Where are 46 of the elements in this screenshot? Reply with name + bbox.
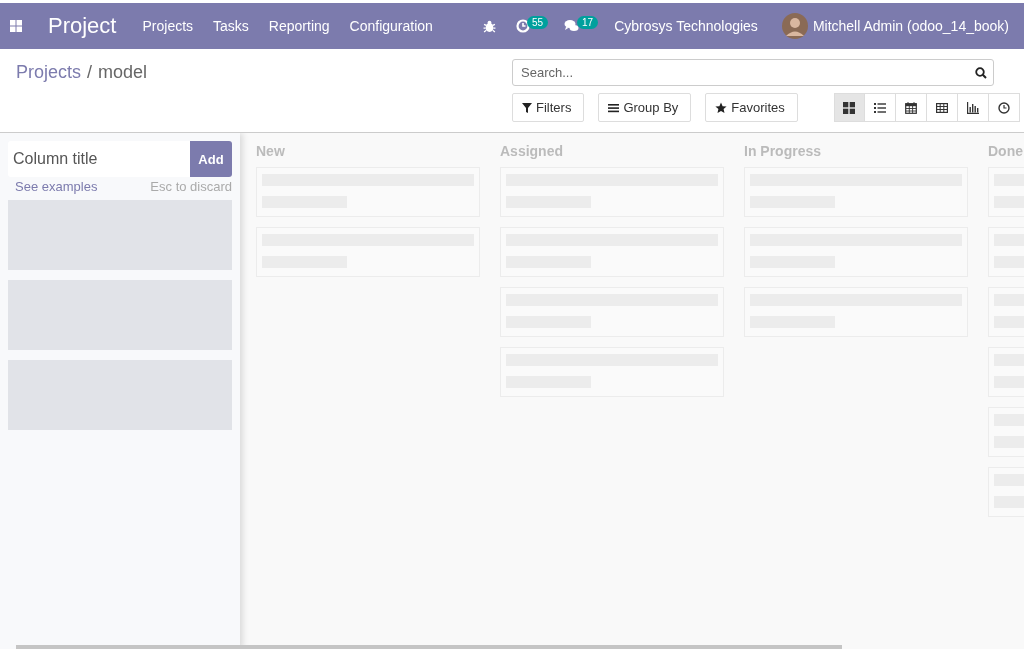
app-name: Project (48, 13, 117, 39)
star-icon (715, 101, 728, 114)
view-switch-button[interactable] (895, 93, 927, 122)
activity-count-badge: 55 (526, 15, 549, 29)
view-switch-button[interactable] (864, 93, 896, 122)
clock-icon[interactable] (515, 19, 530, 33)
avatar-icon[interactable] (781, 13, 808, 39)
chat-icon[interactable] (564, 19, 581, 33)
column-title: Assigned (500, 143, 564, 159)
column-title: In Progress (744, 143, 823, 159)
clock-icon (997, 101, 1010, 114)
column-title-field[interactable]: Column title (8, 141, 190, 177)
add-button[interactable]: Add (190, 141, 232, 177)
column-title: Done (988, 143, 1024, 159)
breadcrumb-link[interactable]: Projects (16, 62, 82, 83)
discard-hint: Esc to discard (150, 179, 232, 194)
column-title: New (256, 143, 286, 159)
view-switch-button[interactable] (957, 93, 989, 122)
view-switch-button[interactable] (926, 93, 958, 122)
filter-button[interactable]: Favorites (705, 93, 798, 122)
user-menu[interactable]: Mitchell Admin (odoo_14_book) (812, 18, 1009, 34)
view-switch-button[interactable] (988, 93, 1020, 122)
menu-item[interactable]: Tasks (213, 18, 249, 34)
company-switcher[interactable]: Cybrosys Technologies (614, 18, 758, 34)
funnel-icon (522, 102, 532, 113)
filter-button[interactable]: Group By (598, 93, 692, 122)
bug-icon[interactable] (482, 19, 496, 33)
bar-chart-icon (966, 101, 979, 114)
view-switch-button[interactable] (833, 93, 865, 122)
filter-button[interactable]: Filters (512, 93, 585, 122)
breadcrumb-separator: / (87, 62, 93, 83)
search-field[interactable]: Search... (512, 59, 994, 86)
breadcrumb-current: model (98, 62, 148, 83)
grid-icon (843, 101, 856, 114)
search-icon[interactable] (975, 66, 987, 79)
message-count-badge: 17 (577, 15, 599, 29)
apps-menu-icon[interactable] (10, 20, 22, 32)
menu-item[interactable]: Reporting (268, 18, 330, 34)
see-examples-link[interactable]: See examples (15, 179, 98, 194)
calendar-icon (904, 101, 917, 114)
menu-item[interactable]: Projects (142, 18, 194, 34)
menu-item[interactable]: Configuration (349, 18, 433, 34)
scrollbar[interactable] (16, 645, 842, 649)
bars-icon (608, 102, 620, 113)
table-icon (935, 101, 948, 114)
list-icon (873, 101, 886, 114)
